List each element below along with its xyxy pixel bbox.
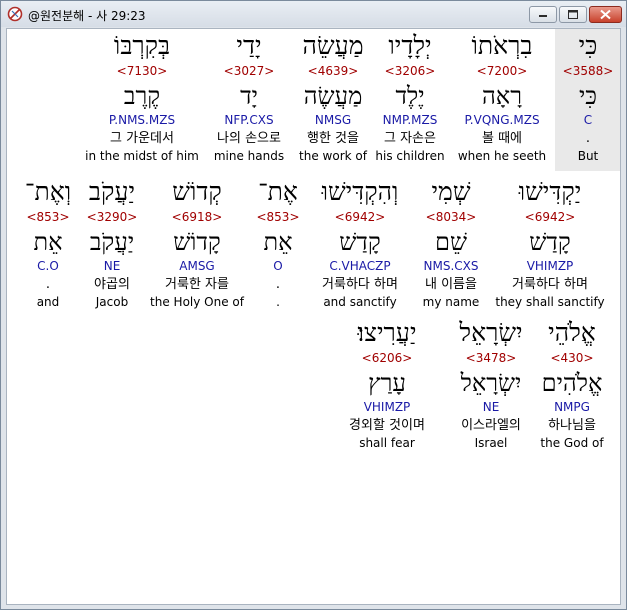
strong-number: <3478> bbox=[465, 351, 517, 365]
title-bar[interactable]: @원전분해 - 사 29:23 bbox=[1, 1, 626, 27]
korean-gloss: 경외할 것이며 bbox=[349, 418, 425, 433]
english-gloss: mine hands bbox=[213, 149, 285, 163]
hebrew-lemma: קֶרֶב bbox=[123, 82, 161, 110]
app-icon bbox=[7, 6, 23, 22]
close-button[interactable] bbox=[589, 6, 622, 23]
morphology-code: P.NMS.MZS bbox=[108, 113, 176, 127]
strong-number: <3027> bbox=[223, 64, 275, 78]
minimize-icon bbox=[539, 15, 547, 17]
hebrew-lemma: אֵת bbox=[33, 228, 63, 256]
korean-gloss: 이스라엘의 bbox=[461, 418, 521, 433]
app-window: @원전분해 - 사 29:23 כִּי <3588> כִּי C . But… bbox=[0, 0, 627, 610]
hebrew-word: יִשְׂרָאֵל bbox=[459, 318, 523, 347]
window-title: @원전분해 - 사 29:23 bbox=[28, 9, 146, 23]
strong-number: <853> bbox=[26, 210, 70, 224]
morphology-code: C.O bbox=[37, 259, 59, 273]
hebrew-word: וְאֶת־ bbox=[24, 177, 72, 206]
hebrew-word: יַעֲרִיצוּ׃ bbox=[357, 318, 417, 347]
hebrew-lemma: יָד bbox=[240, 82, 258, 110]
korean-gloss: 그 가운데서 bbox=[110, 131, 174, 146]
morphology-code: NFP.CXS bbox=[224, 113, 274, 127]
word-cell[interactable]: יִשְׂרָאֵל <3478> יִשְׂרָאֵל NE 이스라엘의 Is… bbox=[431, 316, 551, 452]
morphology-code: NE bbox=[482, 400, 500, 414]
english-gloss: and bbox=[36, 295, 60, 309]
hebrew-lemma: יִשְׂרָאֵל bbox=[460, 369, 522, 397]
maximize-icon bbox=[568, 10, 578, 19]
strong-number: <6206> bbox=[361, 351, 413, 365]
word-cell[interactable]: בְּקִרְבּוֹ <7130> קֶרֶב P.NMS.MZS 그 가운데… bbox=[82, 29, 202, 165]
maximize-button[interactable] bbox=[559, 6, 587, 23]
minimize-button[interactable] bbox=[529, 6, 557, 23]
interlinear-panel[interactable]: כִּי <3588> כִּי C . But בִרְאֹתוֹ <7200… bbox=[6, 28, 621, 605]
morphology-code: VHIMZP bbox=[363, 400, 411, 414]
hebrew-lemma: עָרַץ bbox=[368, 369, 406, 397]
close-icon bbox=[600, 9, 611, 20]
english-gloss: Israel bbox=[474, 436, 508, 450]
korean-gloss: . bbox=[45, 277, 51, 292]
hebrew-word: יָדַי bbox=[236, 31, 262, 60]
word-cell[interactable]: יַעֲרִיצוּ׃ <6206> עָרַץ VHIMZP 경외할 것이며 … bbox=[327, 316, 447, 452]
english-gloss: in the midst of him bbox=[85, 149, 199, 163]
word-cell[interactable]: יָדַי <3027> יָד NFP.CXS 나의 손으로 mine han… bbox=[189, 29, 309, 165]
english-gloss: shall fear bbox=[359, 436, 415, 450]
korean-gloss: 나의 손으로 bbox=[217, 131, 281, 146]
hebrew-word: בְּקִרְבּוֹ bbox=[113, 31, 171, 60]
word-cell[interactable]: וְאֶת־ <853> אֵת C.O . and bbox=[7, 175, 108, 311]
strong-number: <7130> bbox=[116, 64, 168, 78]
